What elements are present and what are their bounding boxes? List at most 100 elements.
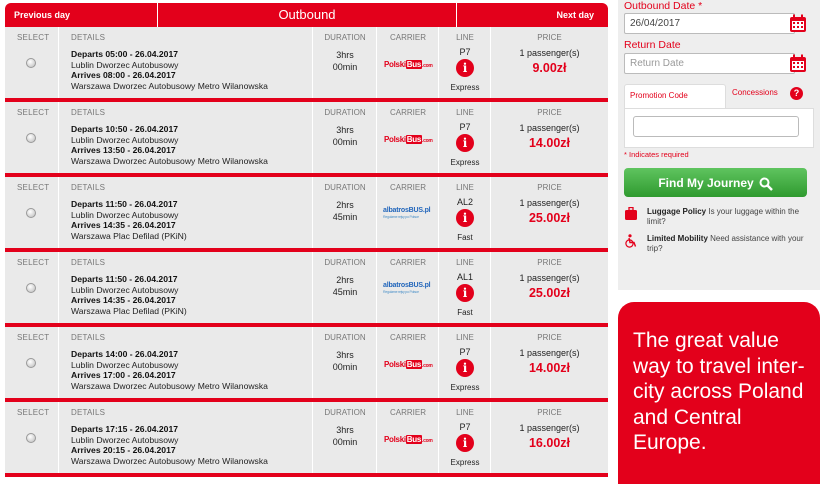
carrier-header: CARRIER — [389, 408, 426, 417]
price-header: PRICE — [537, 408, 562, 417]
tab-promotion-code[interactable]: Promotion Code — [624, 84, 726, 108]
info-icon[interactable]: i — [456, 359, 474, 377]
price-cell: PRICE 1 passenger(s) 14.00zł — [491, 102, 608, 173]
select-header: SELECT — [17, 33, 50, 42]
arrival-time: Arrives 13:50 - 26.04.2017 — [71, 145, 176, 156]
info-icon[interactable]: i — [456, 284, 474, 302]
calendar-icon[interactable] — [789, 14, 807, 33]
duration-hours: 3hrs — [336, 350, 354, 360]
radio-icon[interactable] — [26, 433, 36, 443]
price-amount: 25.00zł — [528, 211, 570, 225]
line-cell: LINE P7 i Express — [439, 102, 491, 173]
next-day-link[interactable]: Next day — [556, 10, 594, 20]
tab-concessions[interactable]: Concessions — [732, 88, 778, 97]
radio-icon[interactable] — [26, 58, 36, 68]
price-amount: 25.00zł — [528, 286, 570, 300]
luggage-policy-title: Luggage Policy — [647, 207, 707, 216]
table-row[interactable]: SELECT DETAILS Departs 05:00 - 26.04.201… — [5, 27, 608, 102]
required-note: * Indicates required — [624, 150, 689, 159]
select-header: SELECT — [17, 258, 50, 267]
passenger-count: 1 passenger(s) — [519, 198, 580, 208]
carrier-cell: CARRIER PolskiBus.com — [377, 102, 439, 173]
select-cell: SELECT — [5, 402, 59, 473]
luggage-icon — [625, 207, 637, 220]
radio-icon[interactable] — [26, 283, 36, 293]
search-panel: Outbound Date * Return Date Promotion Co… — [618, 0, 820, 290]
price-cell: PRICE 1 passenger(s) 9.00zł — [491, 27, 608, 98]
price-cell: PRICE 1 passenger(s) 16.00zł — [491, 402, 608, 473]
info-icon[interactable]: i — [456, 209, 474, 227]
duration-hours: 2hrs — [336, 200, 354, 210]
price-amount: 14.00zł — [528, 361, 570, 375]
info-icon[interactable]: i — [456, 434, 474, 452]
line-header: LINE — [456, 108, 474, 117]
arrival-station: Warszawa Plac Defilad (PKiN) — [71, 305, 187, 316]
duration-hours: 3hrs — [336, 50, 354, 60]
arrival-time: Arrives 17:00 - 26.04.2017 — [71, 370, 176, 381]
details-cell: DETAILS Departs 11:50 - 26.04.2017 Lubli… — [59, 252, 313, 323]
duration-header: DURATION — [324, 183, 366, 192]
table-row[interactable]: SELECT DETAILS Departs 11:50 - 26.04.201… — [5, 252, 608, 327]
arrival-time: Arrives 20:15 - 26.04.2017 — [71, 445, 176, 456]
arrival-time: Arrives 08:00 - 26.04.2017 — [71, 70, 176, 81]
duration-minutes: 00min — [332, 62, 358, 72]
passenger-count: 1 passenger(s) — [519, 423, 580, 433]
limited-mobility-link[interactable]: Limited Mobility Need assistance with yo… — [624, 234, 814, 256]
carrier-cell: CARRIER PolskiBus.com — [377, 402, 439, 473]
passenger-count: 1 passenger(s) — [519, 48, 580, 58]
journey-list: SELECT DETAILS Departs 05:00 - 26.04.201… — [5, 27, 608, 477]
table-row[interactable]: SELECT DETAILS Departs 17:15 - 26.04.201… — [5, 402, 608, 477]
departure-station: Lublin Dworzec Autobusowy — [71, 59, 179, 70]
price-amount: 16.00zł — [528, 436, 570, 450]
calendar-icon[interactable] — [789, 54, 807, 73]
select-cell: SELECT — [5, 327, 59, 398]
radio-icon[interactable] — [26, 358, 36, 368]
carrier-header: CARRIER — [389, 183, 426, 192]
line-type: Fast — [457, 233, 473, 242]
duration-header: DURATION — [324, 258, 366, 267]
departure-station: Lublin Dworzec Autobusowy — [71, 434, 179, 445]
duration-cell: DURATION 3hrs 00min — [313, 402, 377, 473]
table-row[interactable]: SELECT DETAILS Departs 14:00 - 26.04.201… — [5, 327, 608, 402]
return-date-field[interactable] — [624, 53, 795, 74]
info-icon[interactable]: i — [456, 134, 474, 152]
line-code: AL2 — [456, 197, 473, 207]
arrival-station: Warszawa Dworzec Autobusowy Metro Wilano… — [71, 155, 268, 166]
price-cell: PRICE 1 passenger(s) 25.00zł — [491, 177, 608, 248]
duration-minutes: 00min — [332, 137, 358, 147]
luggage-policy-link[interactable]: Luggage Policy Is your luggage within th… — [624, 207, 814, 229]
outbound-date-field[interactable] — [624, 13, 795, 34]
polskibus-logo: PolskiBus.com — [384, 60, 433, 69]
table-row[interactable]: SELECT DETAILS Departs 10:50 - 26.04.201… — [5, 102, 608, 177]
help-icon[interactable]: ? — [790, 87, 803, 100]
details-header: DETAILS — [71, 258, 106, 267]
promo-banner: The great value way to travel inter-city… — [618, 302, 820, 484]
promo-banner-text: The great value way to travel inter-city… — [633, 329, 805, 454]
duration-hours: 2hrs — [336, 275, 354, 285]
details-cell: DETAILS Departs 17:15 - 26.04.2017 Lubli… — [59, 402, 313, 473]
previous-day-link[interactable]: Previous day — [14, 10, 70, 20]
select-header: SELECT — [17, 408, 50, 417]
duration-minutes: 45min — [332, 212, 358, 222]
duration-cell: DURATION 3hrs 00min — [313, 102, 377, 173]
departure-time: Departs 11:50 - 26.04.2017 — [71, 274, 178, 284]
info-icon[interactable]: i — [456, 59, 474, 77]
radio-icon[interactable] — [26, 208, 36, 218]
line-header: LINE — [456, 333, 474, 342]
limited-mobility-title: Limited Mobility — [647, 234, 708, 243]
table-row[interactable]: SELECT DETAILS Departs 11:50 - 26.04.201… — [5, 177, 608, 252]
radio-icon[interactable] — [26, 133, 36, 143]
line-header: LINE — [456, 258, 474, 267]
departure-time: Departs 11:50 - 26.04.2017 — [71, 199, 178, 209]
line-code: AL1 — [456, 272, 473, 282]
details-cell: DETAILS Departs 11:50 - 26.04.2017 Lubli… — [59, 177, 313, 248]
line-type: Express — [450, 383, 480, 392]
find-my-journey-button[interactable]: Find My Journey — [624, 168, 807, 197]
line-type: Express — [450, 83, 480, 92]
return-date-label: Return Date — [624, 39, 681, 51]
duration-cell: DURATION 3hrs 00min — [313, 27, 377, 98]
price-cell: PRICE 1 passenger(s) 25.00zł — [491, 252, 608, 323]
search-icon — [759, 177, 773, 191]
promotion-code-input[interactable] — [633, 116, 799, 137]
line-code: P7 — [459, 422, 471, 432]
